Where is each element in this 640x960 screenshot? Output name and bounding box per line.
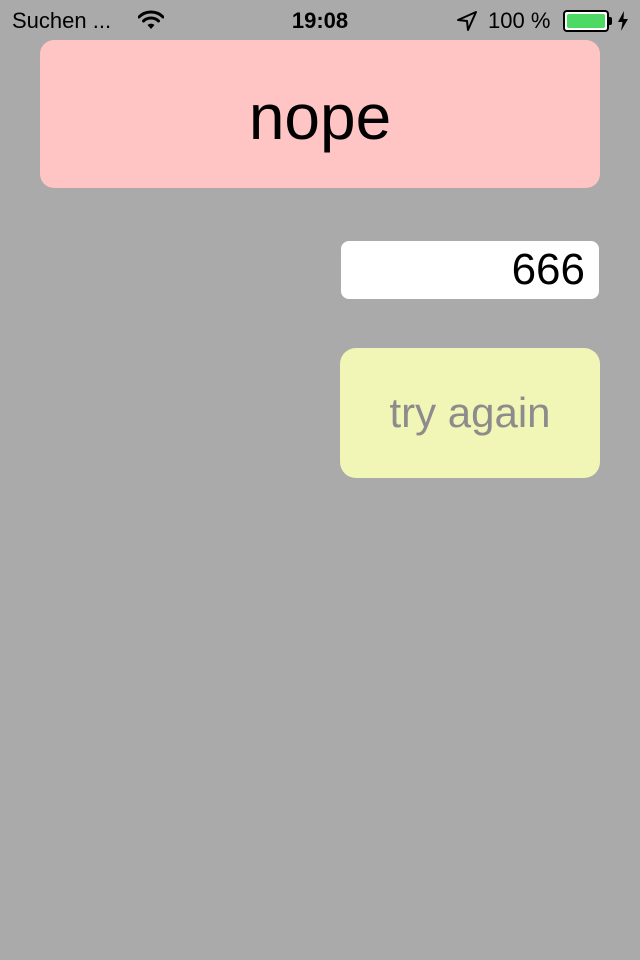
battery-icon <box>563 10 613 32</box>
result-text: nope <box>248 81 392 153</box>
status-bar: Suchen ... 19:08 100 % <box>0 0 640 40</box>
battery-body <box>563 10 609 32</box>
location-arrow-icon <box>456 10 478 32</box>
battery-percent: 100 % <box>488 8 551 33</box>
try-again-label: try again <box>389 389 551 436</box>
guess-input[interactable] <box>341 241 599 299</box>
battery-tip <box>609 17 612 25</box>
try-again-button[interactable]: try again <box>340 348 600 478</box>
charging-bolt-icon <box>617 11 629 31</box>
result-banner: nope <box>40 40 600 188</box>
battery-fill <box>567 14 605 28</box>
